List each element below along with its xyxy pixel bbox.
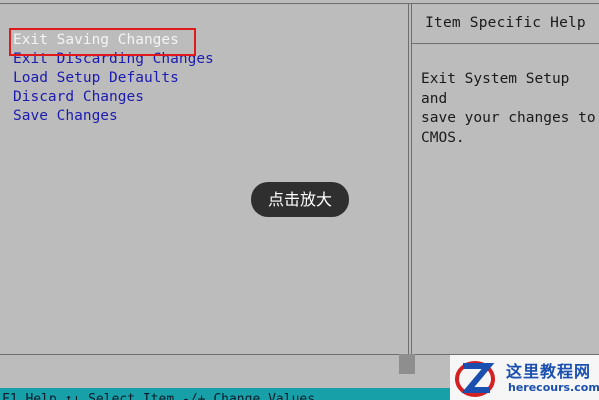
help-title: Item Specific Help bbox=[425, 15, 586, 31]
watermark-url: herecours.com bbox=[508, 381, 599, 394]
site-logo-icon bbox=[455, 361, 495, 397]
menu-item-discard-changes[interactable]: Discard Changes bbox=[13, 88, 214, 107]
menu-item-load-setup-defaults[interactable]: Load Setup Defaults bbox=[13, 69, 214, 88]
watermark-title: 这里教程网 bbox=[506, 362, 592, 381]
zoom-tooltip-button[interactable]: 点击放大 bbox=[251, 182, 349, 217]
status-bar-text: F1 Help ↑↓ Select Item -/+ Change Values bbox=[2, 392, 316, 400]
menu-item-save-changes[interactable]: Save Changes bbox=[13, 107, 214, 126]
help-separator bbox=[412, 43, 599, 44]
scroll-marker bbox=[399, 354, 415, 374]
selection-highlight-box bbox=[9, 28, 196, 56]
help-pane: Item Specific Help Exit System Setup and… bbox=[412, 4, 599, 354]
exit-menu-pane: Exit Saving Changes Exit Discarding Chan… bbox=[0, 4, 408, 354]
help-text: Exit System Setup and save your changes … bbox=[421, 71, 596, 146]
site-watermark: 这里教程网 herecours.com bbox=[450, 355, 599, 400]
